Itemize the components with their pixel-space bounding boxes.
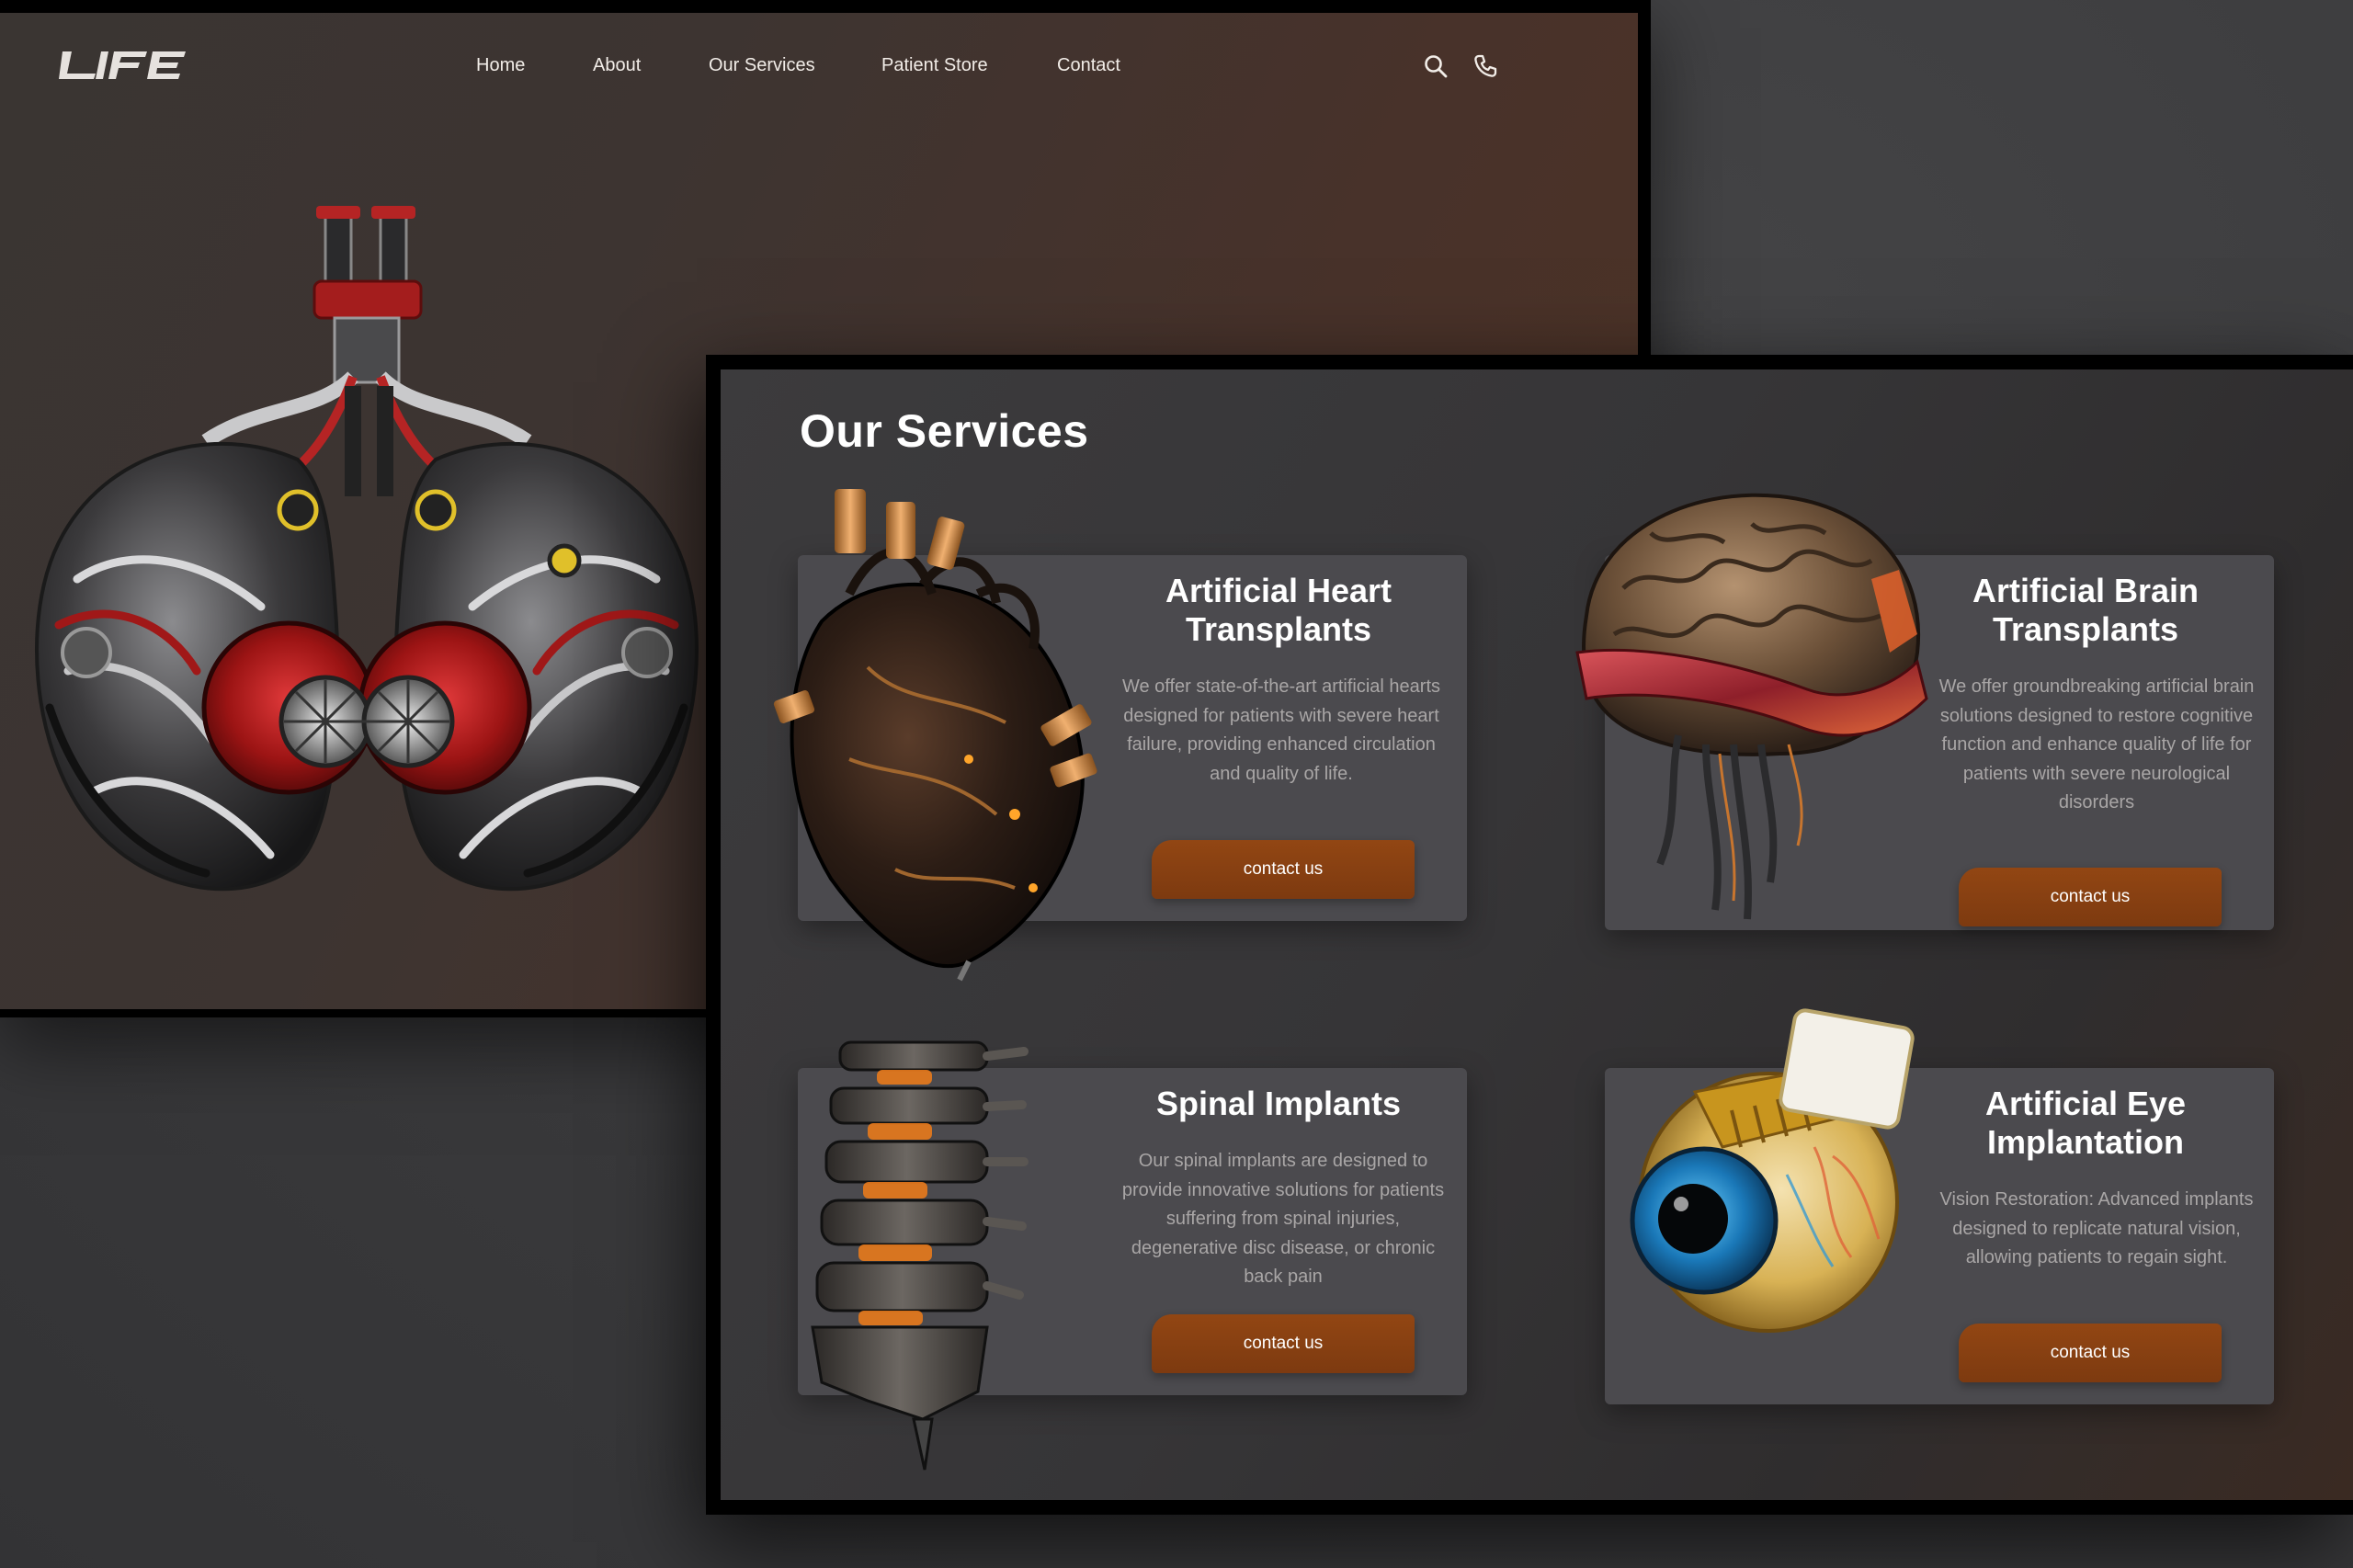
mechanical-spine-image <box>776 1033 1042 1474</box>
contact-us-button[interactable]: contact us <box>1959 1324 2222 1382</box>
nav-about[interactable]: About <box>593 55 641 76</box>
services-page: Our Services Artificial Heart Transplant… <box>721 369 2353 1500</box>
mechanical-lungs-image <box>22 193 721 965</box>
service-card-title: Spinal Implants <box>1155 1085 1402 1122</box>
service-card-description: Our spinal implants are designed to prov… <box>1121 1151 1445 1287</box>
phone-icon[interactable] <box>1472 53 1498 84</box>
mechanical-brain-image <box>1568 478 1936 928</box>
nav-home[interactable]: Home <box>476 55 525 76</box>
contact-us-button[interactable]: contact us <box>1152 840 1415 899</box>
mechanical-heart-image <box>767 483 1125 983</box>
nav-patient-store[interactable]: Patient Store <box>881 55 988 76</box>
service-card-title: Artificial Heart Transplants <box>1165 572 1392 648</box>
nav-our-services[interactable]: Our Services <box>709 55 815 76</box>
artificial-eye-image <box>1603 991 1934 1344</box>
service-card-title: Artificial Eye Implantation <box>1984 1085 2187 1161</box>
services-screen: Our Services Artificial Heart Transplant… <box>706 355 2353 1515</box>
contact-us-button[interactable]: contact us <box>1959 868 2222 926</box>
logo-mark <box>59 51 186 79</box>
top-navigation: Home About Our Services Patient Store Co… <box>0 13 1638 101</box>
service-card-description: Vision Restoration: Advanced implants de… <box>1939 1189 2254 1267</box>
service-card-title: Artificial Brain Transplants <box>1972 572 2200 648</box>
service-card-description: We offer groundbreaking artificial brain… <box>1938 676 2255 812</box>
services-title: Our Services <box>800 405 1089 457</box>
search-icon[interactable] <box>1423 53 1449 84</box>
life-logo[interactable] <box>57 50 186 85</box>
contact-us-button[interactable]: contact us <box>1152 1314 1415 1373</box>
service-card-description: We offer state-of-the-art artificial hea… <box>1121 676 1441 784</box>
mockup-stage: Home About Our Services Patient Store Co… <box>0 0 2353 1568</box>
nav-contact[interactable]: Contact <box>1057 55 1120 76</box>
